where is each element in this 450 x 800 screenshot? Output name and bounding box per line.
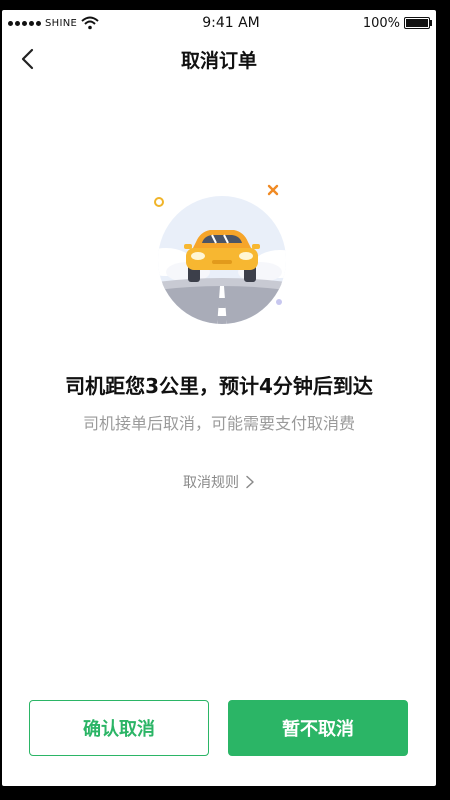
keep-order-button[interactable]: 暂不取消 [228,700,408,756]
phone-screen: SHINE 9:41 AM 100% 取消订单 司机距您3公里，预计4分钟后到达… [2,10,436,786]
cancel-fee-notice: 司机接单后取消，可能需要支付取消费 [82,414,355,433]
status-right: 100% [362,15,432,31]
battery-icon [404,17,432,29]
signal-strength-icon [8,20,41,26]
chevron-right-icon [246,475,254,489]
confirm-cancel-button[interactable]: 确认取消 [29,700,209,756]
sparkle-dot-icon [276,299,282,305]
sparkle-circle-icon [154,197,164,207]
status-left: SHINE [8,16,99,30]
cancel-rules-label: 取消规则 [183,475,239,491]
carrier-label: SHINE [45,17,78,29]
battery-percent: 100% [362,15,400,31]
wifi-icon [81,16,99,30]
eta-headline: 司机距您3公里，预计4分钟后到达 [65,374,373,398]
nav-bar: 取消订单 [2,36,436,82]
status-bar: SHINE 9:41 AM 100% [2,10,436,36]
cancel-rules-link[interactable]: 取消规则 [2,472,436,492]
chevron-left-icon [21,48,34,70]
status-time: 9:41 AM [202,15,260,31]
car-illustration [154,184,286,324]
back-button[interactable] [14,46,40,72]
page-title: 取消订单 [180,49,257,72]
sparkle-cross-icon [267,184,279,196]
